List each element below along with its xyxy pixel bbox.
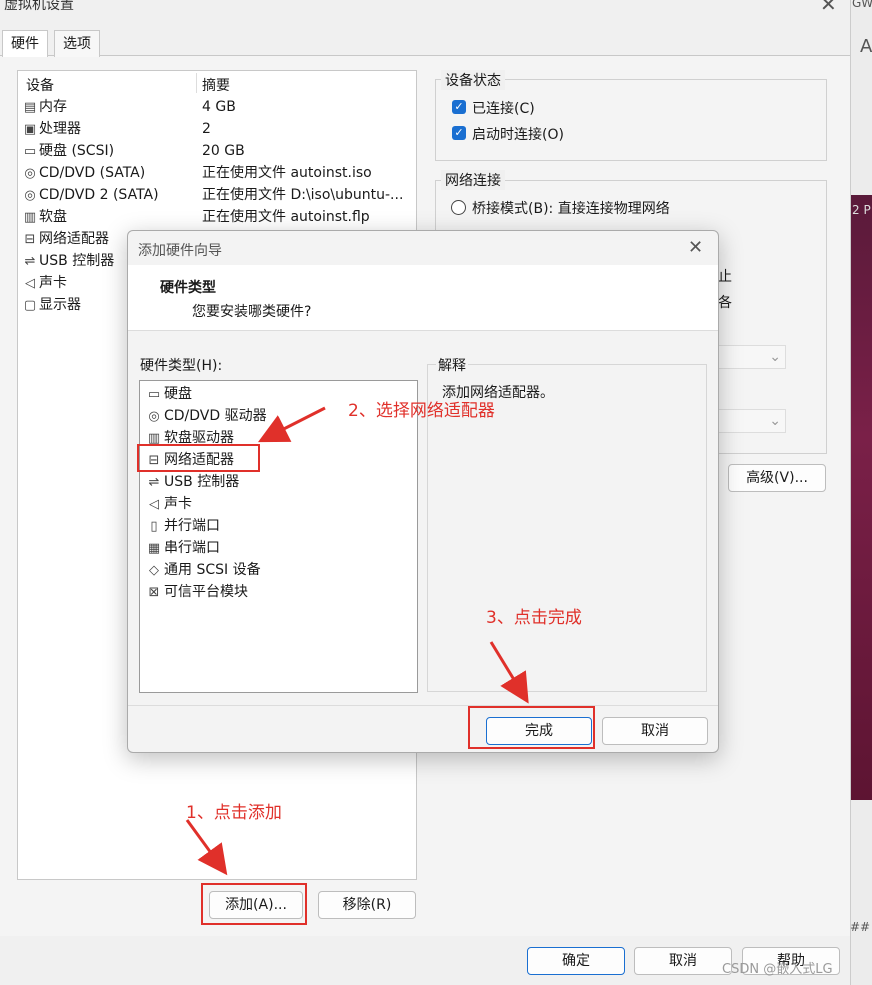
tab-hardware[interactable]: 硬件 [2,30,48,57]
arrow-step1 [185,819,228,876]
annotation-arrows [185,406,529,876]
watermark: CSDN @嵌入式LG [722,962,833,977]
arrow-step3 [489,641,529,704]
arrow-step2 [257,406,326,443]
